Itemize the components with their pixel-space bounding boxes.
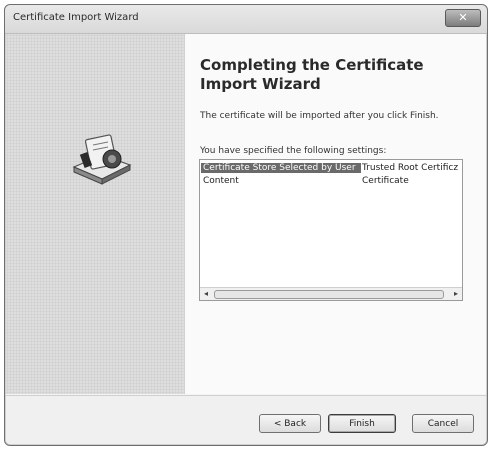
horizontal-scrollbar[interactable]: ◂ ▸ — [200, 287, 462, 300]
certificate-import-wizard-window: Certificate Import Wizard ✕ Completing t… — [4, 4, 488, 446]
window-title: Certificate Import Wizard — [13, 12, 139, 23]
list-item[interactable]: Content Certificate — [200, 175, 462, 188]
cancel-button[interactable]: Cancel — [412, 414, 474, 433]
list-item[interactable]: Certificate Store Selected by User Trust… — [200, 162, 462, 175]
settings-label: You have specified the following setting… — [200, 146, 387, 156]
page-title: Completing the Certificate Import Wizard — [200, 56, 424, 93]
wizard-footer: < Back Finish Cancel — [6, 395, 486, 444]
scroll-left-icon[interactable]: ◂ — [200, 288, 212, 300]
setting-value: Certificate — [362, 176, 409, 186]
title-bar[interactable]: Certificate Import Wizard ✕ — [5, 5, 487, 34]
scroll-right-icon[interactable]: ▸ — [450, 288, 462, 300]
close-button[interactable]: ✕ — [445, 9, 481, 27]
close-icon: ✕ — [458, 11, 468, 24]
finish-button[interactable]: Finish — [328, 414, 396, 433]
description-text: The certificate will be imported after y… — [200, 111, 439, 121]
wizard-main-panel: Completing the Certificate Import Wizard… — [184, 34, 486, 394]
setting-name: Certificate Store Selected by User — [201, 163, 361, 173]
setting-name: Content — [203, 176, 239, 186]
settings-list[interactable]: Certificate Store Selected by User Trust… — [199, 159, 463, 301]
certificate-wizard-icon — [72, 134, 132, 185]
scroll-thumb[interactable] — [214, 290, 444, 299]
wizard-side-panel — [6, 34, 184, 394]
back-button[interactable]: < Back — [259, 414, 321, 433]
setting-value: Trusted Root Certificz — [362, 163, 459, 173]
